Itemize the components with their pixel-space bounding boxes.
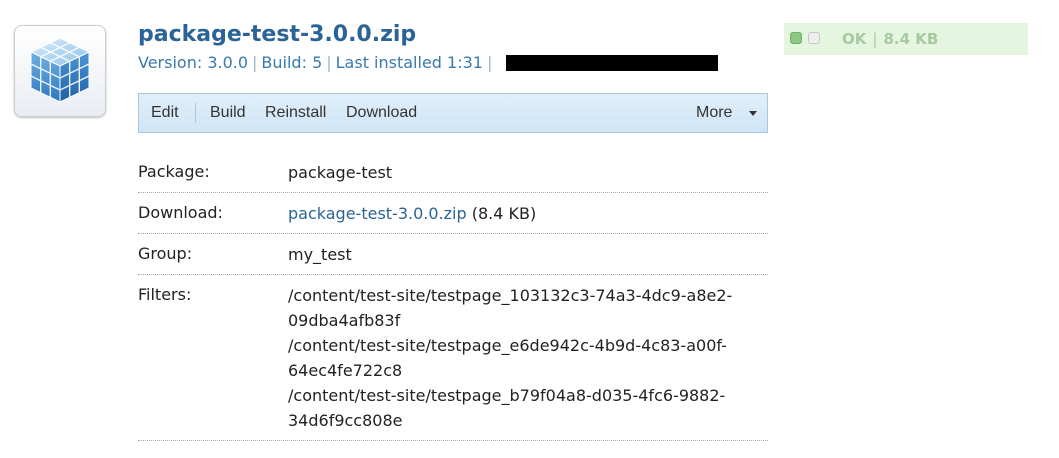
package-cube-icon [14, 25, 106, 117]
status-bar: OK | 8.4 KB [784, 23, 1028, 55]
filter-line: 34d6f9cc808e [288, 411, 403, 430]
detail-row-download: Download: package-test-3.0.0.zip (8.4 KB… [138, 193, 768, 234]
status-separator: | [872, 30, 878, 48]
package-title-link[interactable]: package-test-3.0.0.zip [138, 20, 416, 50]
package-toolbar: Edit Build Reinstall Download More [138, 93, 768, 133]
group-value: my_test [288, 245, 352, 264]
package-last-installed: Last installed 1:31 [335, 53, 483, 72]
meta-separator: | [486, 53, 493, 72]
redacted-block [506, 55, 718, 71]
status-idle-icon [808, 32, 820, 44]
download-value: package-test-3.0.0.zip (8.4 KB) [288, 193, 768, 233]
filters-list: /content/test-site/testpage_103132c3-74a… [288, 275, 768, 440]
meta-separator: | [252, 53, 258, 72]
download-link[interactable]: package-test-3.0.0.zip [288, 204, 467, 223]
status-state: OK [842, 30, 867, 48]
package-version: Version: 3.0.0 [138, 53, 249, 72]
reinstall-button[interactable]: Reinstall [265, 94, 326, 132]
detail-row-group: Group: my_test [138, 234, 768, 275]
package-build: Build: 5 [261, 53, 323, 72]
filter-line: /content/test-site/testpage_b79f04a8-d03… [288, 386, 726, 405]
download-size: (8.4 KB) [471, 204, 537, 223]
filter-line: 09dba4afb83f [288, 311, 401, 330]
filter-line: /content/test-site/testpage_103132c3-74a… [288, 286, 733, 305]
filter-line: /content/test-site/testpage_e6de942c-4b9… [288, 336, 727, 355]
status-ok-icon [790, 32, 802, 44]
build-button[interactable]: Build [210, 94, 246, 132]
status-text: OK | 8.4 KB [842, 28, 938, 50]
filter-line: 64ec4fe722c8 [288, 361, 403, 380]
package-meta: Version: 3.0.0 | Build: 5 | Last installed 1… [138, 52, 496, 74]
toolbar-divider [195, 103, 196, 123]
package-details-table: Package: package-test Download: package-… [138, 152, 768, 441]
package-value: package-test [288, 163, 393, 182]
edit-button[interactable]: Edit [151, 94, 179, 132]
package-label: Package: [138, 162, 210, 181]
filters-label: Filters: [138, 285, 192, 304]
more-menu-button[interactable]: More [696, 94, 732, 132]
status-size: 8.4 KB [883, 30, 939, 48]
detail-row-filters: Filters: /content/test-site/testpage_103… [138, 275, 768, 441]
download-label: Download: [138, 203, 223, 222]
detail-row-package: Package: package-test [138, 152, 768, 193]
chevron-down-icon[interactable] [749, 111, 757, 116]
group-label: Group: [138, 244, 193, 263]
download-button[interactable]: Download [346, 94, 417, 132]
package-details-panel: package-test-3.0.0.zip Version: 3.0.0 | Bu… [0, 0, 1059, 458]
meta-separator: | [326, 53, 332, 72]
